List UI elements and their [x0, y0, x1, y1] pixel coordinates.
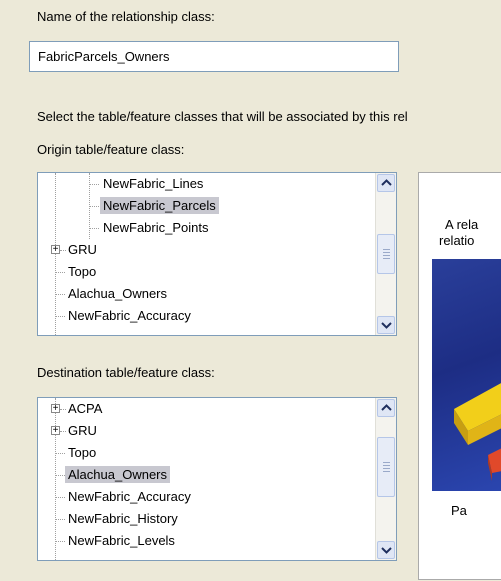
origin-item-newfabric-points[interactable]: NewFabric_Points [89, 217, 212, 239]
scroll-up-button[interactable] [377, 399, 395, 417]
chevron-down-icon [381, 322, 392, 329]
origin-item-newfabric-parcels[interactable]: NewFabric_Parcels [89, 195, 219, 217]
tree-item-label: Alachua_Owners [65, 466, 170, 483]
expand-plus-icon[interactable]: + [51, 245, 60, 255]
chevron-down-icon [381, 547, 392, 554]
destination-item-alachua-owners[interactable]: Alachua_Owners [55, 464, 170, 486]
tree-item-label: Topo [68, 264, 97, 279]
origin-scrollbar[interactable] [375, 173, 396, 335]
origin-label: Origin table/feature class: [37, 142, 185, 157]
destination-item-acpa[interactable]: + ACPA [51, 398, 105, 420]
origin-tree[interactable]: NewFabric_Lines NewFabric_Parcels NewFab… [37, 172, 397, 336]
expand-plus-icon[interactable]: + [51, 426, 60, 436]
info-text-line1: A rela [445, 217, 479, 232]
tree-item-label: NewFabric_Levels [68, 533, 175, 548]
scroll-thumb[interactable] [377, 437, 395, 497]
tree-item-label: GRU [68, 423, 97, 438]
tree-item-label: NewFabric_Accuracy [68, 489, 191, 504]
origin-item-gru[interactable]: + GRU [51, 239, 100, 261]
scroll-down-button[interactable] [377, 316, 395, 334]
relationship-illustration [432, 259, 501, 491]
chevron-up-icon [381, 179, 392, 186]
relationship-name-input[interactable]: FabricParcels_Owners [29, 41, 399, 72]
tree-item-label: NewFabric_Parcels [100, 197, 219, 214]
name-label: Name of the relationship class: [37, 9, 215, 24]
tree-item-label: NewFabric_Accuracy [68, 308, 191, 323]
destination-item-gru[interactable]: + GRU [51, 420, 100, 442]
chevron-up-icon [381, 404, 392, 411]
scroll-thumb[interactable] [377, 234, 395, 274]
tree-item-label: NewFabric_History [68, 511, 178, 526]
tree-item-label: GRU [68, 242, 97, 257]
destination-label: Destination table/feature class: [37, 365, 215, 380]
origin-item-topo[interactable]: Topo [55, 261, 99, 283]
origin-item-newfabric-accuracy[interactable]: NewFabric_Accuracy [55, 305, 194, 327]
tree-item-label: Alachua_Owners [68, 286, 167, 301]
tree-item-label: ACPA [68, 401, 103, 416]
scroll-up-button[interactable] [377, 174, 395, 192]
destination-item-newfabric-levels[interactable]: NewFabric_Levels [55, 530, 178, 552]
destination-item-newfabric-history[interactable]: NewFabric_History [55, 508, 181, 530]
destination-scrollbar[interactable] [375, 398, 396, 560]
destination-item-newfabric-accuracy[interactable]: NewFabric_Accuracy [55, 486, 194, 508]
relationship-blocks-icon [454, 383, 501, 481]
relationship-info-panel: A rela relatio Pa [418, 172, 501, 580]
tree-item-label: Topo [68, 445, 97, 460]
expand-plus-icon[interactable]: + [51, 404, 60, 414]
origin-item-alachua-owners[interactable]: Alachua_Owners [55, 283, 170, 305]
tree-item-label: NewFabric_Points [103, 220, 209, 235]
origin-item-newfabric-lines[interactable]: NewFabric_Lines [89, 173, 206, 195]
destination-tree[interactable]: + ACPA + GRU Topo Alachua_Owners NewFabr… [37, 397, 397, 561]
select-instruction: Select the table/feature classes that wi… [37, 109, 408, 124]
illustration-caption: Pa [451, 503, 467, 518]
info-text-line2: relatio [439, 233, 475, 248]
destination-item-topo[interactable]: Topo [55, 442, 99, 464]
scroll-down-button[interactable] [377, 541, 395, 559]
tree-item-label: NewFabric_Lines [103, 176, 204, 191]
